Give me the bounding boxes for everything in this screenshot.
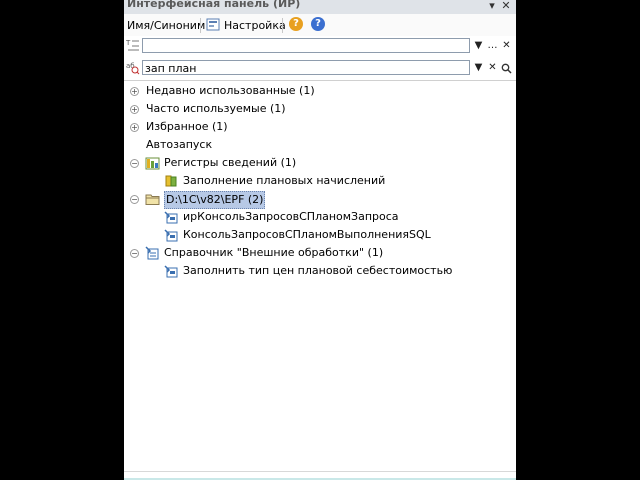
interface-panel: Интерфейсная панель (ИР) ▾ ✕ Имя/Синоним… — [124, 0, 516, 480]
search-input[interactable]: зап план — [142, 60, 470, 75]
name-filter-select-button[interactable]: … — [486, 39, 499, 53]
svg-text:Т: Т — [126, 39, 131, 47]
settings-icon — [206, 18, 221, 32]
external-processing-icon — [164, 264, 179, 278]
name-filter-row: Т ▼ … ✕ — [124, 36, 516, 56]
info-registers-icon — [145, 156, 160, 170]
collapse-toggle-registers[interactable]: − — [130, 159, 139, 168]
filter-name-icon: Т — [125, 38, 140, 54]
search-filter-icon: аб — [126, 60, 140, 76]
collapse-toggle-catalog[interactable]: − — [130, 249, 139, 258]
name-synonym-button[interactable]: Имя/Синоним — [127, 18, 205, 34]
search-dropdown-button[interactable]: ▼ — [472, 61, 485, 75]
processing-icon — [164, 174, 179, 188]
search-row: аб зап план ▼ ✕ — [124, 58, 516, 78]
info-icon[interactable]: ? — [311, 17, 325, 31]
name-filter-input[interactable] — [142, 38, 470, 53]
svg-text:аб: аб — [126, 62, 135, 70]
tree-node-autostart[interactable]: Автозапуск — [146, 137, 212, 153]
expand-toggle-recent[interactable]: + — [130, 87, 139, 96]
settings-button[interactable]: Настройка — [224, 18, 286, 34]
tree-node-registers[interactable]: Регистры сведений (1) — [164, 155, 296, 171]
search-icon — [501, 63, 512, 74]
folder-icon — [145, 192, 160, 206]
tree-node-folder[interactable]: D:\1C\v82\EPF (2) — [164, 191, 266, 209]
tree-node-frequent[interactable]: Часто используемые (1) — [146, 101, 286, 117]
external-processing-icon — [164, 210, 179, 224]
external-processing-icon — [164, 228, 179, 242]
search-clear-button[interactable]: ✕ — [486, 61, 499, 75]
tree-node-folder-item-2[interactable]: КонсольЗапросовСПланомВыполненияSQL — [183, 227, 431, 243]
collapse-toggle-folder[interactable]: − — [130, 195, 139, 204]
tree-node-register-item[interactable]: Заполнение плановых начислений — [183, 173, 385, 189]
toolbar-separator — [282, 18, 283, 33]
title-bar: Интерфейсная панель (ИР) ▾ ✕ — [124, 0, 516, 14]
search-button[interactable] — [500, 61, 513, 75]
help-icon[interactable]: ? — [289, 17, 303, 31]
catalog-icon — [145, 246, 160, 260]
window-menu-button[interactable]: ▾ — [486, 0, 498, 12]
name-filter-clear-button[interactable]: ✕ — [500, 39, 513, 53]
name-filter-dropdown-button[interactable]: ▼ — [472, 39, 485, 53]
expand-toggle-favorites[interactable]: + — [130, 123, 139, 132]
tree-node-folder-item-1[interactable]: ирКонсольЗапросовСПланомЗапроса — [183, 209, 399, 225]
window-title: Интерфейсная панель (ИР) — [127, 0, 301, 10]
expand-toggle-frequent[interactable]: + — [130, 105, 139, 114]
toolbar: Имя/Синоним Настройка ? ? — [124, 14, 516, 37]
tree-node-favorites[interactable]: Избранное (1) — [146, 119, 228, 135]
tree-node-catalog-item[interactable]: Заполнить тип цен плановой себестоимость… — [183, 263, 452, 279]
object-tree: + Недавно использованные (1) + Часто исп… — [124, 80, 516, 471]
tree-node-catalog[interactable]: Справочник "Внешние обработки" (1) — [164, 245, 383, 261]
toolbar-separator — [200, 18, 201, 33]
tree-node-recent[interactable]: Недавно использованные (1) — [146, 83, 315, 99]
close-button[interactable]: ✕ — [500, 0, 512, 12]
